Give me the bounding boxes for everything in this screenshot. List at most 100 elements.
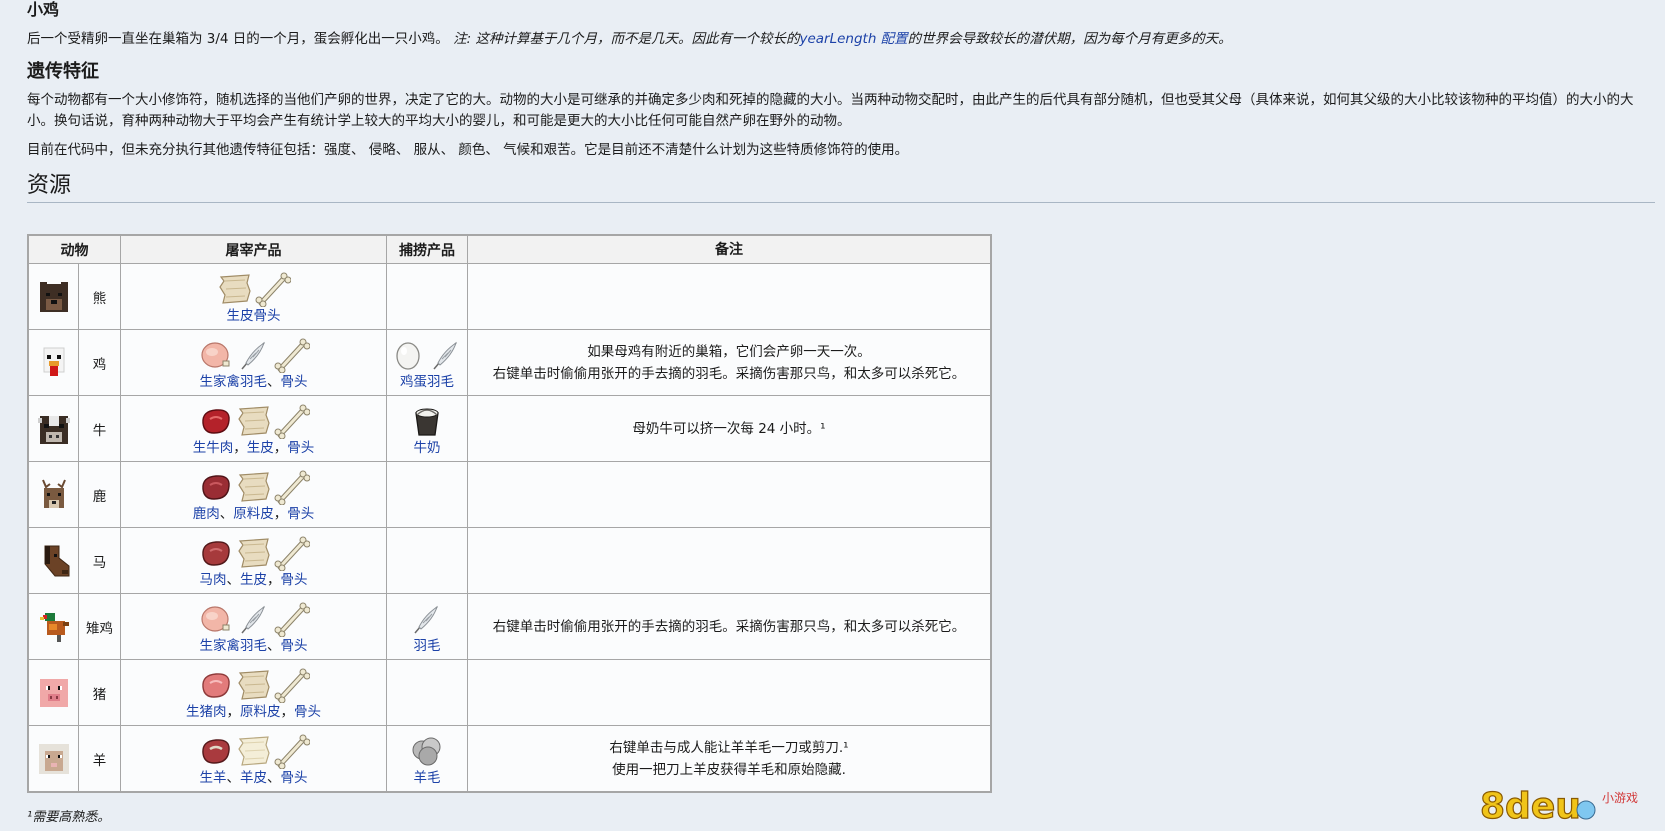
hide-icon[interactable] [236, 403, 272, 439]
genetics-heading: 遗传特征 [27, 61, 99, 82]
collect-link[interactable]: 鸡蛋 [400, 374, 427, 390]
raw-mutton-icon[interactable] [198, 733, 234, 769]
animal-name: 马 [78, 527, 121, 594]
raw-poultry-icon[interactable] [198, 337, 234, 373]
drop-link[interactable]: 骨头 [294, 704, 321, 720]
hide-icon[interactable] [217, 271, 253, 307]
bone-icon[interactable] [274, 667, 310, 703]
collect-link[interactable]: 羽毛 [414, 638, 441, 654]
raw-poultry-icon[interactable] [198, 601, 234, 637]
collect-link[interactable]: 牛奶 [414, 440, 441, 456]
label-separator: ， [233, 439, 247, 456]
label-separator: 、 [219, 505, 234, 522]
drop-link[interactable]: 生家禽 [200, 638, 241, 654]
notes-cell [467, 527, 992, 594]
wool-icon[interactable] [409, 733, 445, 769]
label-separator: 、 [267, 637, 281, 654]
yearlength-link[interactable]: yearLength 配置 [799, 31, 907, 47]
hide-icon[interactable] [236, 535, 272, 571]
col-header-collected: 捕捞产品 [386, 234, 468, 264]
hide-icon[interactable] [236, 469, 272, 505]
drop-link[interactable]: 羽毛 [240, 638, 267, 654]
collect-link[interactable]: 羊毛 [414, 770, 441, 786]
raw-venison-icon[interactable] [198, 469, 234, 505]
note-line: 右键单击时偷偷用张开的手去摘的羽毛。采摘伤害那只鸟，和太多可以杀死它。 [492, 365, 966, 382]
drop-link[interactable]: 生家禽 [200, 374, 241, 390]
drop-link[interactable]: 骨头 [287, 506, 314, 522]
drop-labels: 生羊、羊皮、骨头 [121, 769, 386, 787]
table-row: 鹿鹿肉、原料皮，骨头 [27, 461, 992, 528]
animal-name: 鹿 [78, 461, 121, 528]
drop-link[interactable]: 骨头 [281, 770, 308, 786]
feather-icon[interactable] [428, 337, 464, 373]
note-line: 如果母鸡有附近的巢箱，它们会产卵一天一次。 [587, 343, 871, 360]
bone-icon[interactable] [274, 469, 310, 505]
animal-icon-cell [27, 527, 79, 594]
cow-icon [29, 412, 78, 446]
drop-link[interactable]: 羊皮 [240, 770, 267, 786]
drop-link[interactable]: 骨头 [281, 374, 308, 390]
notes-cell [467, 659, 992, 726]
egg-icon[interactable] [390, 337, 426, 373]
animal-name: 熊 [78, 263, 121, 330]
collect-labels: 羽毛 [387, 637, 467, 655]
drop-icons [121, 335, 386, 373]
drop-link[interactable]: 马肉 [200, 572, 227, 588]
sheepskin-icon[interactable] [236, 733, 272, 769]
watermark-text: 8deu [1480, 786, 1581, 827]
drop-link[interactable]: 骨头 [287, 440, 314, 456]
collected-cell [386, 527, 468, 594]
drop-link[interactable]: 骨头 [281, 572, 308, 588]
feather-icon[interactable] [409, 601, 445, 637]
drop-link[interactable]: 生牛肉 [193, 440, 234, 456]
drop-link[interactable]: 原料皮 [240, 704, 281, 720]
milk-bucket-icon[interactable] [409, 403, 445, 439]
bone-icon[interactable] [274, 403, 310, 439]
collect-icons [387, 731, 467, 769]
hide-icon[interactable] [236, 667, 272, 703]
drop-link[interactable]: 生皮 [240, 572, 267, 588]
drop-link[interactable]: 生皮 [227, 308, 254, 324]
table-header-row: 动物 屠宰产品 捕捞产品 备注 [27, 234, 992, 264]
drop-link[interactable]: 生羊 [200, 770, 227, 786]
raw-pork-icon[interactable] [198, 667, 234, 703]
drop-link[interactable]: 羽毛 [240, 374, 267, 390]
drops-cell: 鹿肉、原料皮，骨头 [120, 461, 387, 528]
animal-icon-cell [27, 593, 79, 660]
drop-link[interactable]: 原料皮 [233, 506, 274, 522]
note-line: 使用一把刀上羊皮获得羊毛和原始隐藏. [612, 761, 846, 778]
bone-icon[interactable] [274, 535, 310, 571]
drop-labels: 生猪肉，原料皮，骨头 [121, 703, 386, 721]
drops-cell: 生羊、羊皮、骨头 [120, 725, 387, 793]
drop-link[interactable]: 生猪肉 [186, 704, 227, 720]
bone-icon[interactable] [255, 271, 291, 307]
drop-link[interactable]: 骨头 [281, 638, 308, 654]
table-row: 马马肉、生皮，骨头 [27, 527, 992, 594]
collect-link[interactable]: 羽毛 [427, 374, 454, 390]
col-header-drops: 屠宰产品 [120, 234, 387, 264]
collect-labels: 牛奶 [387, 439, 467, 457]
drop-link[interactable]: 生皮 [247, 440, 274, 456]
raw-horse-meat-icon[interactable] [198, 535, 234, 571]
bone-icon[interactable] [274, 733, 310, 769]
notes-cell [467, 461, 992, 528]
animal-name: 雉鸡 [78, 593, 121, 660]
genetics-paragraph-1: 每个动物都有一个大小修饰符，随机选择的当他们产卵的世界，决定了它的大。动物的大小… [27, 92, 1634, 129]
collect-labels: 羊毛 [387, 769, 467, 787]
feather-icon[interactable] [236, 601, 272, 637]
raw-beef-icon[interactable] [198, 403, 234, 439]
pig-icon [29, 676, 78, 710]
bone-icon[interactable] [274, 337, 310, 373]
genetics-paragraph-2: 目前在代码中，但未充分执行其他遗传特征包括：强度、 侵略、 服从、 颜色、 气候… [27, 142, 909, 158]
notes-cell: 右键单击时偷偷用张开的手去摘的羽毛。采摘伤害那只鸟，和太多可以杀死它。 [467, 593, 992, 660]
drop-link[interactable]: 骨头 [254, 308, 281, 324]
animal-name: 牛 [78, 395, 121, 462]
chick-heading: 小鸡 [27, 0, 60, 19]
bone-icon[interactable] [274, 601, 310, 637]
drop-labels: 生家禽羽毛、骨头 [121, 637, 386, 655]
feather-icon[interactable] [236, 337, 272, 373]
drop-labels: 马肉、生皮，骨头 [121, 571, 386, 589]
collected-cell: 牛奶 [386, 395, 468, 462]
drop-link[interactable]: 鹿肉 [193, 506, 220, 522]
collect-icons [387, 335, 467, 373]
